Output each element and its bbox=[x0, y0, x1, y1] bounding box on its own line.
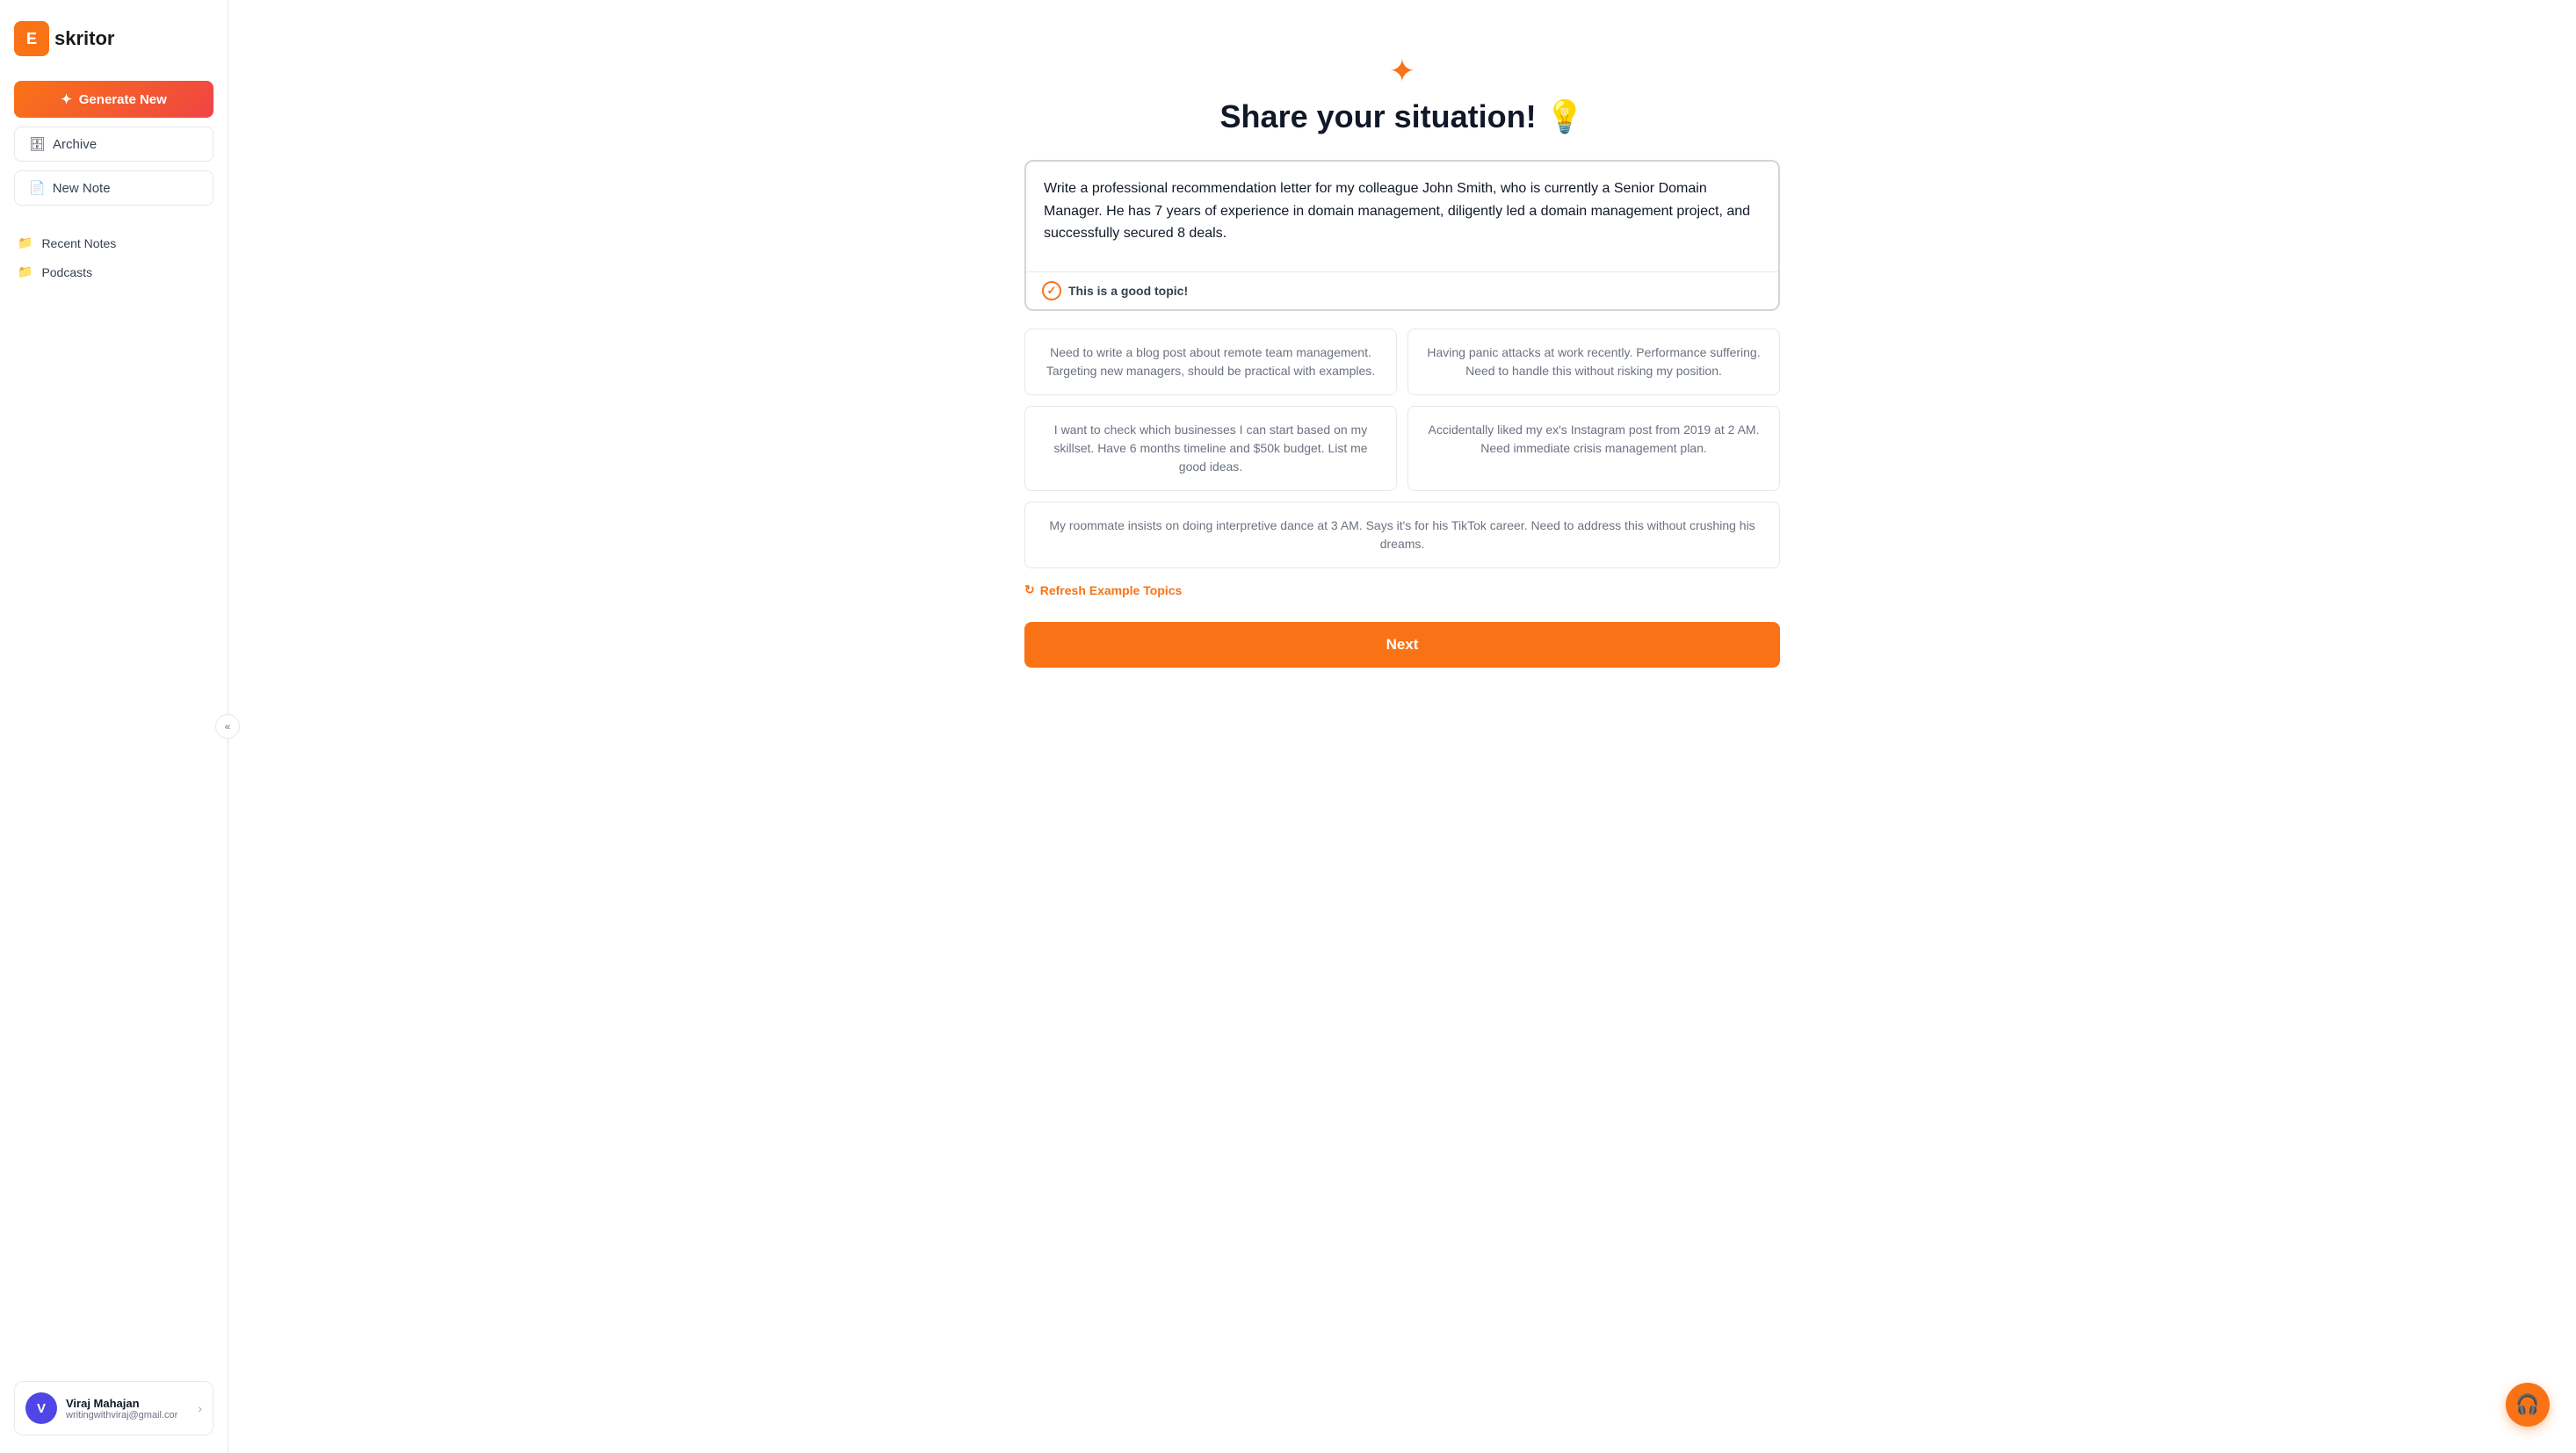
sparkle-icon: ✦ bbox=[61, 91, 72, 107]
page-title: Share your situation! 💡 bbox=[1220, 98, 1585, 135]
good-topic-indicator: ✓ This is a good topic! bbox=[1026, 271, 1778, 309]
headset-icon: 🎧 bbox=[2515, 1393, 2539, 1416]
logo-icon: E bbox=[14, 21, 49, 56]
refresh-icon: ↻ bbox=[1024, 582, 1035, 597]
refresh-examples-button[interactable]: ↻ Refresh Example Topics bbox=[1024, 582, 1182, 597]
refresh-row: ↻ Refresh Example Topics bbox=[1024, 582, 1780, 597]
support-button[interactable]: 🎧 bbox=[2506, 1383, 2550, 1427]
generate-new-button[interactable]: ✦ Generate New bbox=[14, 81, 213, 118]
situation-textarea-wrapper: ✓ This is a good topic! bbox=[1024, 160, 1780, 311]
sidebar-item-recent-notes[interactable]: 📁 Recent Notes bbox=[14, 228, 213, 257]
example-card-4[interactable]: Accidentally liked my ex's Instagram pos… bbox=[1407, 406, 1780, 491]
example-card-2[interactable]: Having panic attacks at work recently. P… bbox=[1407, 329, 1780, 395]
examples-grid: Need to write a blog post about remote t… bbox=[1024, 329, 1780, 491]
new-note-icon: 📄 bbox=[29, 180, 46, 196]
sidebar: E skritor ✦ Generate New 🗄 Archive 📄 New… bbox=[0, 0, 228, 1453]
logo-text: skritor bbox=[54, 27, 114, 50]
archive-button[interactable]: 🗄 Archive bbox=[14, 127, 213, 162]
folder-icon: 📁 bbox=[18, 235, 33, 250]
nav-section: 📁 Recent Notes 📁 Podcasts bbox=[14, 228, 213, 286]
situation-input[interactable] bbox=[1026, 162, 1778, 267]
logo: E skritor bbox=[14, 18, 213, 60]
example-card-5[interactable]: My roommate insists on doing interpretiv… bbox=[1024, 502, 1780, 568]
example-card-1[interactable]: Need to write a blog post about remote t… bbox=[1024, 329, 1397, 395]
sidebar-item-podcasts[interactable]: 📁 Podcasts bbox=[14, 257, 213, 286]
check-circle-icon: ✓ bbox=[1042, 281, 1061, 300]
example-card-3[interactable]: I want to check which businesses I can s… bbox=[1024, 406, 1397, 491]
chevron-right-icon: › bbox=[198, 1401, 202, 1415]
user-email: writingwithviraj@gmail.cor bbox=[66, 1410, 189, 1420]
sidebar-collapse-button[interactable]: « bbox=[215, 714, 240, 739]
sparkle-decoration-icon: ✦ bbox=[1389, 53, 1415, 90]
folder-icon: 📁 bbox=[18, 264, 33, 279]
avatar: V bbox=[25, 1392, 57, 1424]
main-content: ✦ Share your situation! 💡 ✓ This is a go… bbox=[228, 0, 2576, 1453]
user-name: Viraj Mahajan bbox=[66, 1397, 189, 1410]
archive-icon: 🗄 bbox=[29, 136, 46, 152]
user-profile-area[interactable]: V Viraj Mahajan writingwithviraj@gmail.c… bbox=[14, 1381, 213, 1435]
user-info: Viraj Mahajan writingwithviraj@gmail.cor bbox=[66, 1397, 189, 1420]
next-button[interactable]: Next bbox=[1024, 622, 1780, 668]
new-note-button[interactable]: 📄 New Note bbox=[14, 170, 213, 206]
lightbulb-emoji: 💡 bbox=[1545, 98, 1585, 135]
